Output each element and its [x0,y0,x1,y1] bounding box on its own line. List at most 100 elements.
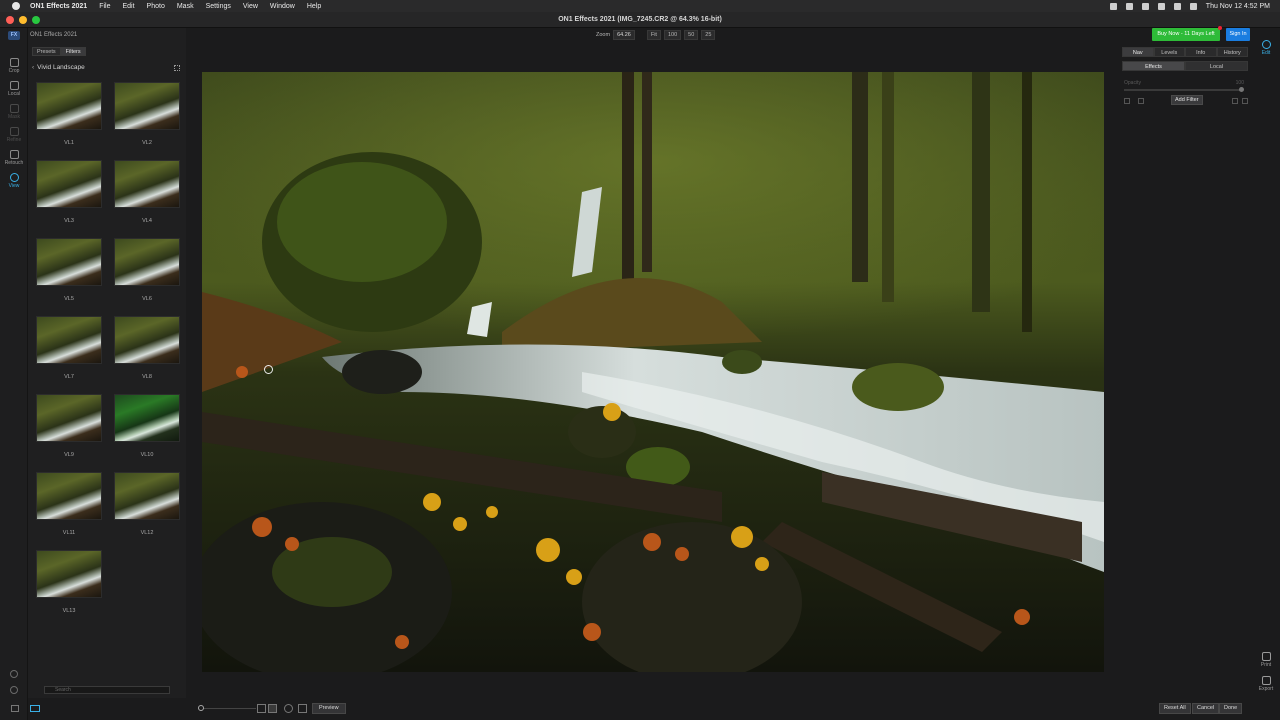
slider-knob[interactable] [198,705,204,711]
menu-mask[interactable]: Mask [177,3,194,10]
view-compare-icon[interactable] [298,704,307,713]
menu-help[interactable]: Help [307,3,321,10]
menu-view[interactable]: View [243,3,258,10]
preset-thumbnail[interactable]: VL7 [36,316,102,384]
spotlight-icon[interactable] [1173,2,1181,10]
tab-history[interactable]: History [1216,47,1248,57]
preset-thumbnail[interactable]: VL4 [114,160,180,228]
tool-refine[interactable]: Refine [0,124,28,146]
thumbnail-image [114,82,180,130]
panel-toggle-icon[interactable] [11,705,19,712]
wifi-icon[interactable] [1157,2,1165,10]
help-icon[interactable] [10,686,18,694]
zoom-value-dropdown[interactable]: 64.26 [613,30,635,40]
tab-filters[interactable]: Filters [60,47,86,56]
mask-icon [9,104,19,113]
thumbnail-label: VL12 [140,530,154,536]
control-center-icon[interactable] [1189,2,1197,10]
preset-thumbnail[interactable]: VL12 [114,472,180,540]
search-input[interactable]: Search [44,686,170,694]
photo-canvas[interactable] [202,72,1104,672]
preset-thumbnail[interactable]: VL2 [114,82,180,150]
gear-icon[interactable] [1232,98,1238,104]
menu-settings[interactable]: Settings [206,3,231,10]
reset-all-button[interactable]: Reset All [1159,703,1191,714]
preset-thumbnail[interactable]: VL3 [36,160,102,228]
cancel-button[interactable]: Cancel [1192,703,1220,714]
preset-thumbnail[interactable]: VL10 [114,394,180,462]
thumbnail-label: VL8 [142,374,152,380]
user-icon[interactable] [10,670,18,678]
preset-thumbnail[interactable]: VL6 [114,238,180,306]
preset-thumbnail[interactable]: VL11 [36,472,102,540]
blend-icon[interactable] [1124,98,1130,104]
tab-nav[interactable]: Nav [1122,47,1154,57]
add-filter-button[interactable]: Add Filter [1171,95,1203,105]
preset-thumbnail[interactable]: VL1 [36,82,102,150]
tool-mask[interactable]: Mask [0,101,28,123]
menubar-clock[interactable]: Thu Nov 12 4:52 PM [1206,3,1270,10]
battery-icon[interactable] [1109,2,1117,10]
preset-thumbnail[interactable]: VL8 [114,316,180,384]
grid-view-icon[interactable] [174,65,180,71]
sign-in-button[interactable]: Sign In [1226,28,1250,41]
macos-menubar: ON1 Effects 2021 File Edit Photo Mask Se… [0,0,1280,12]
thumbnail-image [114,472,180,520]
export-icon [1261,676,1271,685]
preset-thumbnail[interactable]: VL9 [36,394,102,462]
view-circle-icon[interactable] [284,704,293,713]
tab-presets[interactable]: Presets [32,47,61,56]
dropbox-icon[interactable] [1125,2,1133,10]
zoom-25-button[interactable]: 25 [701,30,716,40]
thumbnail-label: VL6 [142,296,152,302]
buy-now-button[interactable]: Buy Now - 11 Days Left [1152,26,1222,41]
menu-file[interactable]: File [99,3,110,10]
preview-button[interactable]: Preview [312,703,346,714]
tool-view[interactable]: View [0,170,28,192]
menu-photo[interactable]: Photo [147,3,165,10]
tool-label: Refine [6,137,22,143]
mask-icon[interactable] [1138,98,1144,104]
thumbnail-image [36,316,102,364]
module-export[interactable]: Export [1252,676,1280,692]
preset-thumbnail[interactable]: VL5 [36,238,102,306]
module-label: Print [1260,662,1272,668]
tab-effects[interactable]: Effects [1122,61,1185,71]
browser-tabs: Presets Filters [32,47,86,56]
zoom-100-button[interactable]: 100 [663,30,682,40]
module-print[interactable]: Print [1252,652,1280,668]
category-title: Vivid Landscape [37,64,85,71]
tab-info[interactable]: Info [1185,47,1217,57]
opacity-slider[interactable] [1124,87,1244,92]
apple-icon[interactable] [12,2,20,10]
thumbnail-image [114,238,180,286]
module-edit[interactable]: Edit [1252,40,1280,56]
tool-retouch[interactable]: Retouch [0,147,28,169]
compare-view-icon[interactable] [30,705,40,712]
tab-local[interactable]: Local [1185,61,1248,71]
preset-thumbnail[interactable]: VL13 [36,550,102,618]
tab-levels[interactable]: Levels [1153,47,1185,57]
zoom-50-button[interactable]: 50 [684,30,699,40]
moon-icon[interactable] [1141,2,1149,10]
slider-knob[interactable] [1239,87,1244,92]
close-window-button[interactable] [6,16,14,24]
view-mask-icon[interactable] [268,704,277,713]
tool-crop[interactable]: Crop [0,55,28,77]
menu-app-name[interactable]: ON1 Effects 2021 [30,3,87,10]
maximize-window-button[interactable] [32,16,40,24]
panel-app-name: ON1 Effects 2021 [30,32,78,38]
zoom-fit-button[interactable]: Fit [646,30,661,40]
thumbnail-label: VL4 [142,218,152,224]
tool-local[interactable]: Local [0,78,28,100]
reset-icon[interactable] [1242,98,1248,104]
breadcrumb[interactable]: ‹ Vivid Landscape [32,64,85,71]
menu-edit[interactable]: Edit [122,3,134,10]
minimize-window-button[interactable] [19,16,27,24]
module-label: Export [1258,686,1274,692]
view-single-icon[interactable] [257,704,266,713]
done-button[interactable]: Done [1219,703,1243,714]
chevron-left-icon[interactable]: ‹ [32,64,34,71]
menu-window[interactable]: Window [270,3,295,10]
thumbnail-size-slider[interactable] [198,705,256,711]
